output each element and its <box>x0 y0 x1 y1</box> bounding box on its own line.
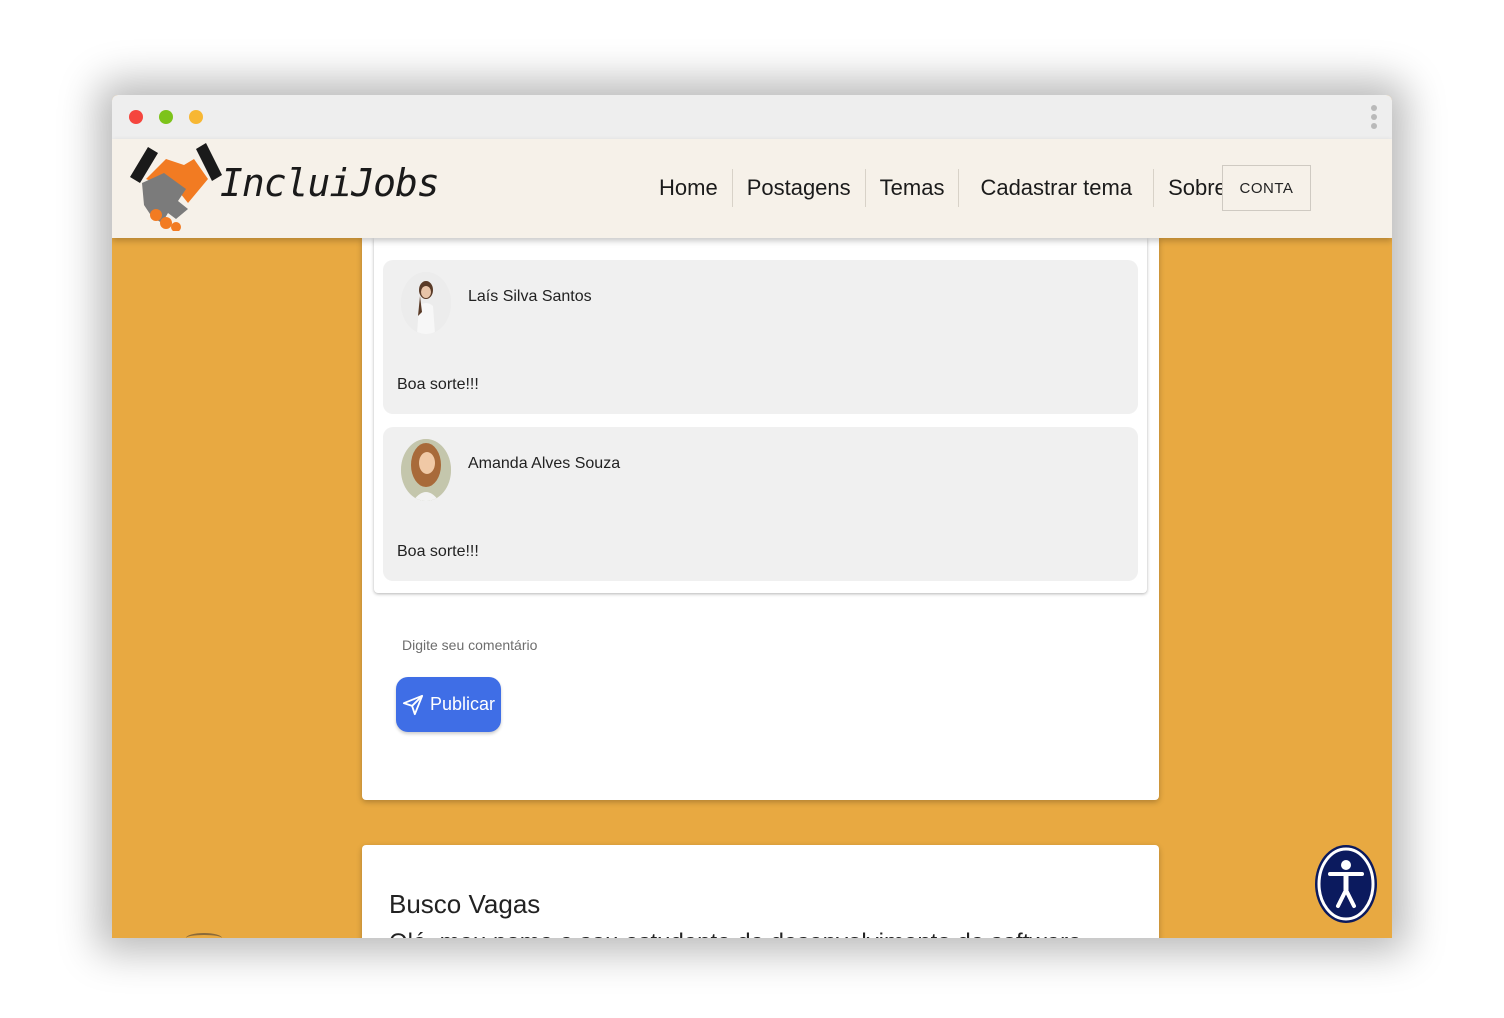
account-button[interactable]: CONTA <box>1222 165 1311 211</box>
avatar <box>401 272 451 334</box>
more-options-icon[interactable] <box>1370 105 1378 129</box>
post-excerpt: Olá, meu nome e sou estudante de desenvo… <box>389 929 1101 938</box>
comment-author: Amanda Alves Souza <box>468 455 621 472</box>
comments-panel: Laís Silva Santos Boa sorte!!! Amanda Al… <box>374 238 1147 593</box>
comment-text: Boa sorte!!! <box>397 543 479 560</box>
publish-button-label: Publicar <box>429 694 496 714</box>
close-window-button[interactable] <box>129 110 143 124</box>
brand-name[interactable]: IncluiJobs <box>220 161 440 205</box>
accessibility-icon[interactable] <box>1314 844 1378 924</box>
send-icon <box>402 694 424 715</box>
nav-temas[interactable]: Temas <box>866 169 960 207</box>
post-title: Busco Vagas <box>389 889 541 919</box>
avatar <box>186 933 222 938</box>
browser-window: IncluiJobs Home Postagens Temas Cadastra… <box>112 95 1392 938</box>
post-card: Laís Silva Santos Boa sorte!!! Amanda Al… <box>362 238 1159 800</box>
post-card: Busco Vagas Olá, meu nome e sou estudant… <box>362 845 1159 938</box>
navbar: IncluiJobs Home Postagens Temas Cadastra… <box>112 139 1392 238</box>
comment-input[interactable]: Digite seu comentário <box>402 637 537 653</box>
comment-item: Amanda Alves Souza Boa sorte!!! <box>383 427 1138 581</box>
handshake-icon <box>130 143 222 231</box>
nav-postagens[interactable]: Postagens <box>733 169 866 207</box>
comment-author: Laís Silva Santos <box>468 288 592 305</box>
nav-cadastrar-tema[interactable]: Cadastrar tema <box>959 169 1155 207</box>
avatar <box>401 439 451 501</box>
comment-text: Boa sorte!!! <box>397 376 479 393</box>
comment-item: Laís Silva Santos Boa sorte!!! <box>383 260 1138 414</box>
window-titlebar <box>112 95 1392 139</box>
maximize-window-button[interactable] <box>159 110 173 124</box>
nav-home[interactable]: Home <box>645 169 733 207</box>
minimize-window-button[interactable] <box>189 110 203 124</box>
nav-links: Home Postagens Temas Cadastrar tema Sobr… <box>645 167 1241 209</box>
publish-button[interactable]: Publicar <box>396 677 501 732</box>
